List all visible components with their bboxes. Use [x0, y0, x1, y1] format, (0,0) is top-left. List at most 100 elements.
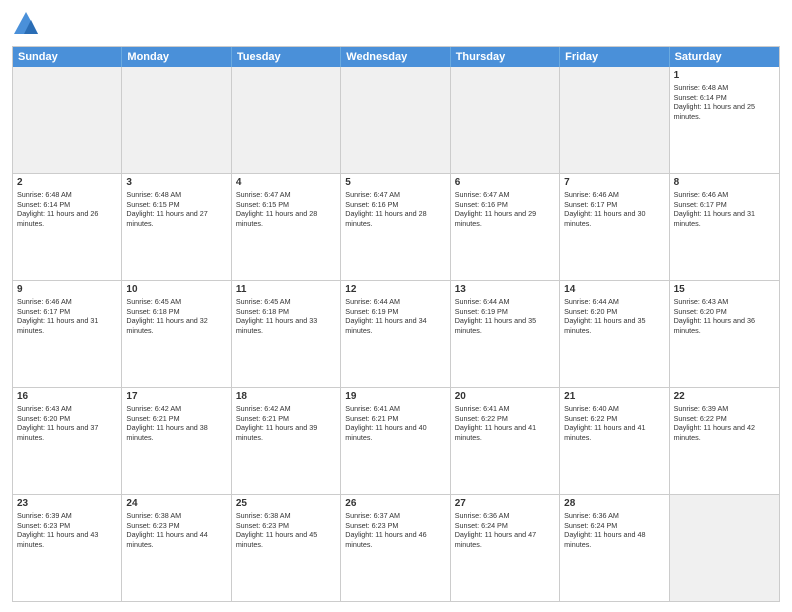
day-number: 4 — [236, 177, 336, 188]
calendar-cell-2: 2 Sunrise: 6:48 AM Sunset: 6:14 PM Daylig… — [13, 174, 122, 280]
day-info: Sunrise: 6:44 AM Sunset: 6:19 PM Dayligh… — [455, 297, 555, 336]
day-info: Sunrise: 6:41 AM Sunset: 6:22 PM Dayligh… — [455, 404, 555, 443]
calendar-cell-4: 4 Sunrise: 6:47 AM Sunset: 6:15 PM Daylig… — [232, 174, 341, 280]
day-number: 16 — [17, 391, 117, 402]
header-day-saturday: Saturday — [670, 47, 779, 67]
calendar-cell-empty-0-2 — [232, 67, 341, 173]
calendar-cell-6: 6 Sunrise: 6:47 AM Sunset: 6:16 PM Daylig… — [451, 174, 560, 280]
day-info: Sunrise: 6:38 AM Sunset: 6:23 PM Dayligh… — [126, 511, 226, 550]
day-number: 7 — [564, 177, 664, 188]
calendar-cell-20: 20 Sunrise: 6:41 AM Sunset: 6:22 PM Dayli… — [451, 388, 560, 494]
day-info: Sunrise: 6:46 AM Sunset: 6:17 PM Dayligh… — [17, 297, 117, 336]
day-number: 6 — [455, 177, 555, 188]
day-info: Sunrise: 6:46 AM Sunset: 6:17 PM Dayligh… — [564, 190, 664, 229]
day-number: 13 — [455, 284, 555, 295]
day-info: Sunrise: 6:43 AM Sunset: 6:20 PM Dayligh… — [674, 297, 775, 336]
logo — [12, 10, 44, 38]
calendar-cell-empty-0-1 — [122, 67, 231, 173]
day-info: Sunrise: 6:47 AM Sunset: 6:16 PM Dayligh… — [455, 190, 555, 229]
day-info: Sunrise: 6:43 AM Sunset: 6:20 PM Dayligh… — [17, 404, 117, 443]
calendar-cell-12: 12 Sunrise: 6:44 AM Sunset: 6:19 PM Dayli… — [341, 281, 450, 387]
calendar-row-5: 23 Sunrise: 6:39 AM Sunset: 6:23 PM Dayli… — [13, 495, 779, 601]
day-info: Sunrise: 6:48 AM Sunset: 6:15 PM Dayligh… — [126, 190, 226, 229]
calendar-cell-19: 19 Sunrise: 6:41 AM Sunset: 6:21 PM Dayli… — [341, 388, 450, 494]
day-number: 22 — [674, 391, 775, 402]
day-info: Sunrise: 6:37 AM Sunset: 6:23 PM Dayligh… — [345, 511, 445, 550]
calendar-cell-28: 28 Sunrise: 6:36 AM Sunset: 6:24 PM Dayli… — [560, 495, 669, 601]
calendar-cell-empty-0-4 — [451, 67, 560, 173]
day-number: 14 — [564, 284, 664, 295]
day-number: 17 — [126, 391, 226, 402]
header-day-sunday: Sunday — [13, 47, 122, 67]
day-number: 8 — [674, 177, 775, 188]
calendar-row-4: 16 Sunrise: 6:43 AM Sunset: 6:20 PM Dayli… — [13, 388, 779, 495]
header-day-wednesday: Wednesday — [341, 47, 450, 67]
day-number: 11 — [236, 284, 336, 295]
calendar-cell-empty-4-6 — [670, 495, 779, 601]
day-number: 5 — [345, 177, 445, 188]
day-number: 15 — [674, 284, 775, 295]
calendar-row-3: 9 Sunrise: 6:46 AM Sunset: 6:17 PM Daylig… — [13, 281, 779, 388]
day-number: 26 — [345, 498, 445, 509]
calendar-header: SundayMondayTuesdayWednesdayThursdayFrid… — [13, 47, 779, 67]
day-number: 25 — [236, 498, 336, 509]
day-info: Sunrise: 6:47 AM Sunset: 6:15 PM Dayligh… — [236, 190, 336, 229]
calendar-row-2: 2 Sunrise: 6:48 AM Sunset: 6:14 PM Daylig… — [13, 174, 779, 281]
calendar-cell-14: 14Sunrise: 6:44 AM Sunset: 6:20 PM Dayli… — [560, 281, 669, 387]
calendar-cell-17: 17 Sunrise: 6:42 AM Sunset: 6:21 PM Dayli… — [122, 388, 231, 494]
calendar: SundayMondayTuesdayWednesdayThursdayFrid… — [12, 46, 780, 602]
day-number: 9 — [17, 284, 117, 295]
calendar-cell-empty-0-5 — [560, 67, 669, 173]
day-info: Sunrise: 6:36 AM Sunset: 6:24 PM Dayligh… — [564, 511, 664, 550]
day-number: 24 — [126, 498, 226, 509]
day-info: Sunrise: 6:45 AM Sunset: 6:18 PM Dayligh… — [236, 297, 336, 336]
calendar-cell-21: 21 Sunrise: 6:40 AM Sunset: 6:22 PM Dayli… — [560, 388, 669, 494]
day-info: Sunrise: 6:38 AM Sunset: 6:23 PM Dayligh… — [236, 511, 336, 550]
calendar-cell-13: 13 Sunrise: 6:44 AM Sunset: 6:19 PM Dayli… — [451, 281, 560, 387]
calendar-cell-10: 10Sunrise: 6:45 AM Sunset: 6:18 PM Dayli… — [122, 281, 231, 387]
calendar-cell-26: 26 Sunrise: 6:37 AM Sunset: 6:23 PM Dayli… — [341, 495, 450, 601]
day-info: Sunrise: 6:48 AM Sunset: 6:14 PM Dayligh… — [674, 83, 775, 122]
day-info: Sunrise: 6:46 AM Sunset: 6:17 PM Dayligh… — [674, 190, 775, 229]
day-number: 18 — [236, 391, 336, 402]
day-number: 2 — [17, 177, 117, 188]
day-info: Sunrise: 6:39 AM Sunset: 6:23 PM Dayligh… — [17, 511, 117, 550]
day-info: Sunrise: 6:47 AM Sunset: 6:16 PM Dayligh… — [345, 190, 445, 229]
day-number: 10 — [126, 284, 226, 295]
day-number: 1 — [674, 70, 775, 81]
calendar-cell-7: 7 Sunrise: 6:46 AM Sunset: 6:17 PM Daylig… — [560, 174, 669, 280]
day-number: 19 — [345, 391, 445, 402]
page: SundayMondayTuesdayWednesdayThursdayFrid… — [0, 0, 792, 612]
calendar-cell-16: 16 Sunrise: 6:43 AM Sunset: 6:20 PM Dayli… — [13, 388, 122, 494]
calendar-cell-18: 18Sunrise: 6:42 AM Sunset: 6:21 PM Dayli… — [232, 388, 341, 494]
day-info: Sunrise: 6:48 AM Sunset: 6:14 PM Dayligh… — [17, 190, 117, 229]
calendar-cell-8: 8 Sunrise: 6:46 AM Sunset: 6:17 PM Daylig… — [670, 174, 779, 280]
logo-icon — [12, 10, 40, 38]
calendar-cell-11: 11 Sunrise: 6:45 AM Sunset: 6:18 PM Dayli… — [232, 281, 341, 387]
header — [12, 10, 780, 38]
day-info: Sunrise: 6:44 AM Sunset: 6:19 PM Dayligh… — [345, 297, 445, 336]
day-info: Sunrise: 6:36 AM Sunset: 6:24 PM Dayligh… — [455, 511, 555, 550]
calendar-cell-27: 27Sunrise: 6:36 AM Sunset: 6:24 PM Dayli… — [451, 495, 560, 601]
day-info: Sunrise: 6:40 AM Sunset: 6:22 PM Dayligh… — [564, 404, 664, 443]
calendar-cell-1: 1 Sunrise: 6:48 AM Sunset: 6:14 PM Daylig… — [670, 67, 779, 173]
calendar-cell-24: 24 Sunrise: 6:38 AM Sunset: 6:23 PM Dayli… — [122, 495, 231, 601]
header-day-friday: Friday — [560, 47, 669, 67]
header-day-monday: Monday — [122, 47, 231, 67]
calendar-cell-9: 9 Sunrise: 6:46 AM Sunset: 6:17 PM Daylig… — [13, 281, 122, 387]
calendar-cell-15: 15 Sunrise: 6:43 AM Sunset: 6:20 PM Dayli… — [670, 281, 779, 387]
calendar-cell-22: 22 Sunrise: 6:39 AM Sunset: 6:22 PM Dayli… — [670, 388, 779, 494]
day-info: Sunrise: 6:41 AM Sunset: 6:21 PM Dayligh… — [345, 404, 445, 443]
header-day-thursday: Thursday — [451, 47, 560, 67]
day-info: Sunrise: 6:39 AM Sunset: 6:22 PM Dayligh… — [674, 404, 775, 443]
day-number: 20 — [455, 391, 555, 402]
calendar-body: 1 Sunrise: 6:48 AM Sunset: 6:14 PM Daylig… — [13, 67, 779, 601]
day-number: 23 — [17, 498, 117, 509]
calendar-cell-empty-0-0 — [13, 67, 122, 173]
day-number: 3 — [126, 177, 226, 188]
day-number: 12 — [345, 284, 445, 295]
day-number: 21 — [564, 391, 664, 402]
day-number: 28 — [564, 498, 664, 509]
header-day-tuesday: Tuesday — [232, 47, 341, 67]
day-info: Sunrise: 6:42 AM Sunset: 6:21 PM Dayligh… — [126, 404, 226, 443]
